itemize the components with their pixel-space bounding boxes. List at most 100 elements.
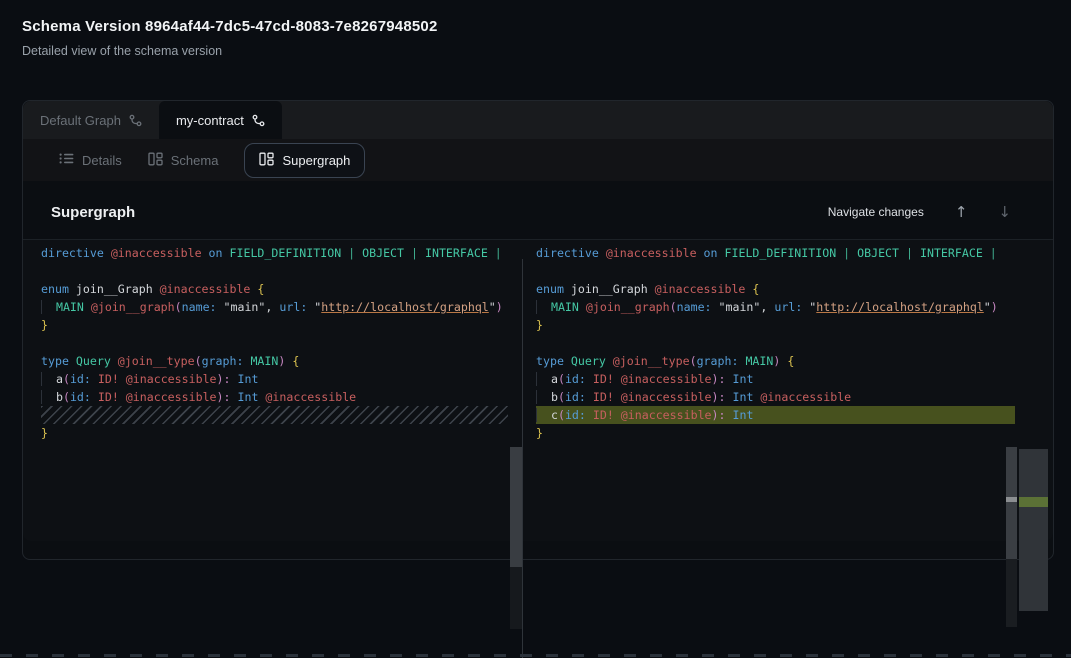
code-url-link[interactable]: http://localhost/graphql <box>816 300 984 314</box>
code-token: directive <box>536 246 606 260</box>
left-scrollbar-handle[interactable] <box>510 447 522 567</box>
code-token <box>231 372 238 386</box>
page-subtitle: Detailed view of the schema version <box>22 44 1049 58</box>
code-token: Int <box>733 372 754 386</box>
navigate-changes-label: Navigate changes <box>828 205 924 219</box>
tab-my-contract-label: my-contract <box>176 113 244 128</box>
code-line: MAIN @join__graph(name: "main", url: "ht… <box>536 298 1015 316</box>
insert-change-marker <box>1019 497 1048 507</box>
code-token: ( <box>670 300 677 314</box>
code-token: join__Graph <box>76 282 160 296</box>
code-token: enum <box>41 282 76 296</box>
diff-left-code: directive @inaccessible on FIELD_DEFINIT… <box>41 244 508 442</box>
code-token: Query <box>571 354 613 368</box>
code-line: b(id: ID! @inaccessible): Int @inaccessi… <box>41 388 508 406</box>
subtab-schema[interactable]: Schema <box>148 152 219 169</box>
tab-default-graph[interactable]: Default Graph <box>23 101 159 139</box>
diff-left-pane[interactable]: directive @inaccessible on FIELD_DEFINIT… <box>23 240 522 541</box>
diff-right-pane[interactable]: directive @inaccessible on FIELD_DEFINIT… <box>522 240 1053 541</box>
code-token: type <box>41 354 76 368</box>
code-token <box>536 390 551 404</box>
code-token: | <box>411 246 425 260</box>
left-pane-scrollbar[interactable] <box>510 447 522 629</box>
diff-overview-ruler[interactable] <box>1019 449 1048 611</box>
code-token: @join__graph <box>91 300 175 314</box>
code-token: @join__type <box>118 354 195 368</box>
previous-change-button[interactable]: ↑ <box>955 203 968 221</box>
code-token: } <box>41 426 48 440</box>
supergraph-panel-head: Supergraph Navigate changes ↑ ↓ <box>23 181 1053 239</box>
code-line: a(id: ID! @inaccessible): Int <box>536 370 1015 388</box>
code-token <box>536 408 551 422</box>
code-token <box>231 390 238 404</box>
page-title: Schema Version 8964af44-7dc5-47cd-8083-7… <box>22 18 1049 35</box>
tab-default-graph-label: Default Graph <box>40 113 121 128</box>
code-token <box>712 300 719 314</box>
code-token: ( <box>175 300 182 314</box>
code-token: url: <box>279 300 307 314</box>
code-token: join__Graph <box>571 282 655 296</box>
code-token: @inaccessible <box>655 282 753 296</box>
code-token: "main" <box>224 300 266 314</box>
diff-pane-divider[interactable] <box>522 259 523 658</box>
code-token: url: <box>774 300 802 314</box>
code-token: a <box>551 372 558 386</box>
code-token: @inaccessible <box>265 390 356 404</box>
subtab-supergraph[interactable]: Supergraph <box>244 143 365 178</box>
subtab-details[interactable]: Details <box>59 152 122 168</box>
columns-icon <box>259 152 274 169</box>
code-token: on <box>704 246 725 260</box>
code-token: INTERFACE <box>920 246 990 260</box>
code-token: graph: <box>202 354 244 368</box>
variant-fork-icon <box>252 114 265 127</box>
diff-right-code: directive @inaccessible on FIELD_DEFINIT… <box>536 244 1053 442</box>
code-token <box>586 408 593 422</box>
code-line: } <box>41 316 508 334</box>
code-token: INTERFACE <box>425 246 495 260</box>
code-token: Int <box>238 372 259 386</box>
code-token <box>91 390 98 404</box>
code-token: ): <box>217 390 231 404</box>
code-line: enum join__Graph @inaccessible { <box>41 280 508 298</box>
code-token: enum <box>536 282 571 296</box>
code-token: @inaccessible <box>760 390 851 404</box>
right-scrollbar-handle[interactable] <box>1006 447 1017 559</box>
code-token <box>91 372 98 386</box>
supergraph-diff-editor: directive @inaccessible on FIELD_DEFINIT… <box>23 239 1053 541</box>
code-token <box>726 390 733 404</box>
code-token: OBJECT <box>362 246 411 260</box>
code-line: enum join__Graph @inaccessible { <box>536 280 1015 298</box>
code-token <box>536 372 551 386</box>
code-token <box>217 300 224 314</box>
code-token: ) <box>496 300 503 314</box>
code-token: { <box>787 354 794 368</box>
code-token <box>726 372 733 386</box>
code-token: } <box>536 426 543 440</box>
subtab-schema-label: Schema <box>171 153 219 168</box>
code-token: | <box>990 246 997 260</box>
code-line <box>41 262 508 280</box>
code-token: OBJECT <box>857 246 906 260</box>
code-token: "main" <box>719 300 761 314</box>
code-url-link[interactable]: http://localhost/graphql <box>321 300 489 314</box>
code-token: ( <box>195 354 202 368</box>
code-token: ID! @inaccessible <box>593 408 712 422</box>
tab-my-contract[interactable]: my-contract <box>159 101 282 139</box>
code-line: directive @inaccessible on FIELD_DEFINIT… <box>41 244 508 262</box>
code-token: ID! @inaccessible <box>98 390 217 404</box>
code-line: b(id: ID! @inaccessible): Int @inaccessi… <box>536 388 1015 406</box>
code-token: ( <box>63 372 70 386</box>
code-token: id: <box>70 372 91 386</box>
code-token: b <box>56 390 63 404</box>
right-pane-scrollbar[interactable] <box>1006 447 1017 627</box>
diff-placeholder-line <box>41 406 508 424</box>
code-line: } <box>536 424 1015 442</box>
code-token: @join__graph <box>586 300 670 314</box>
inserted-code-line: + c(id: ID! @inaccessible): Int <box>536 406 1015 424</box>
code-token: ) <box>991 300 998 314</box>
code-token: FIELD_DEFINITION <box>725 246 844 260</box>
code-token: ID! @inaccessible <box>593 390 712 404</box>
code-token: ( <box>558 372 565 386</box>
next-change-button[interactable]: ↓ <box>998 203 1011 221</box>
code-token: " <box>984 300 991 314</box>
